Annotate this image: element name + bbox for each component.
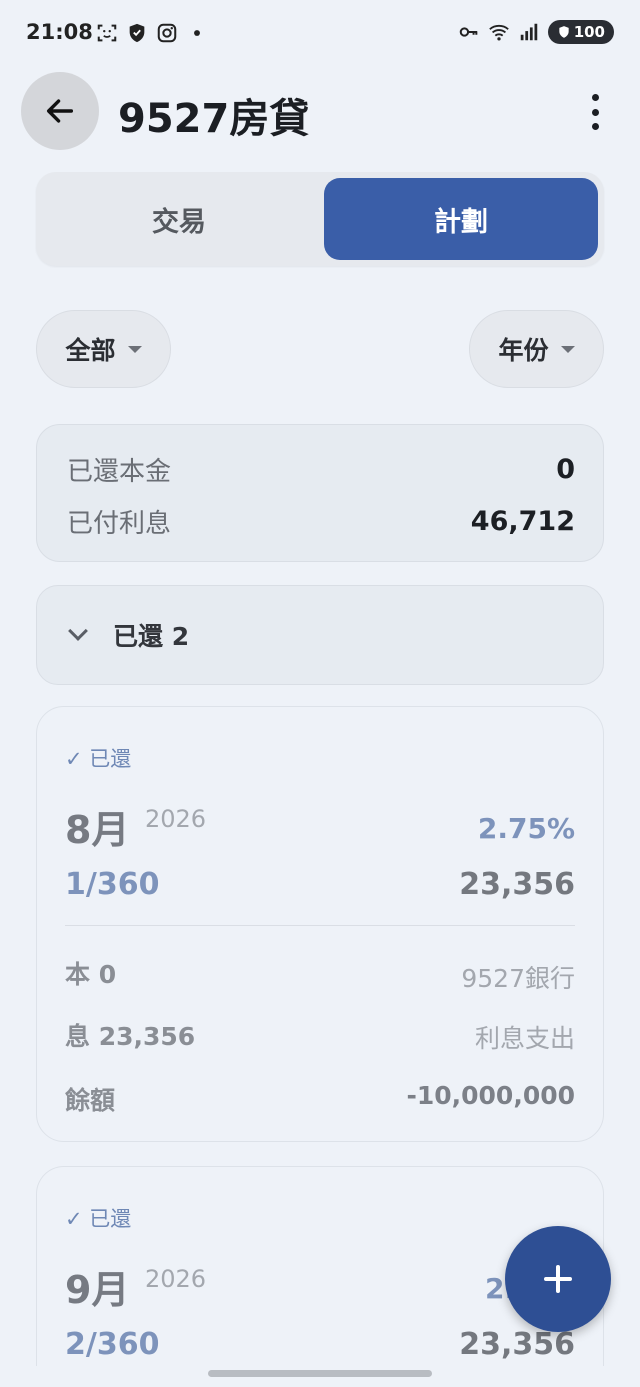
interest-label: 已付利息 <box>67 509 172 539</box>
dot-icon <box>194 30 200 36</box>
interest-portion: 息 23,356 <box>65 1022 196 1051</box>
payment-card[interactable]: ✓ 已還 8月 2026 2.75% 1/360 23,356 本 0 9527… <box>36 706 604 1142</box>
page-title: 9527房貸 <box>118 96 310 142</box>
tab-transactions[interactable]: 交易 <box>42 178 316 260</box>
summary-card: 已還本金 0 已付利息 46,712 <box>36 424 604 562</box>
paid-status: ✓ 已還 <box>65 747 132 771</box>
card-divider <box>65 925 575 926</box>
status-time: 21:08 <box>26 20 93 44</box>
plus-icon <box>544 1265 572 1293</box>
interest-row: 已付利息 46,712 <box>67 503 575 540</box>
key-icon <box>459 27 478 37</box>
balance-value: -10,000,000 <box>406 1081 575 1110</box>
status-bar: 21:08 100 <box>0 0 640 68</box>
payment-amount: 23,356 <box>459 1327 575 1362</box>
principal-value: 0 <box>556 454 575 485</box>
home-indicator[interactable] <box>208 1370 432 1377</box>
payment-year: 2026 <box>145 805 207 833</box>
wifi-icon <box>488 24 509 41</box>
account-name: 9527銀行 <box>461 964 575 993</box>
payment-year: 2026 <box>145 1265 207 1293</box>
shield-icon <box>129 23 145 43</box>
face-scan-icon <box>97 24 117 42</box>
battery-indicator: 100 <box>547 20 614 44</box>
principal-row: 已還本金 0 <box>67 451 575 488</box>
signal-icon <box>520 23 537 41</box>
balance-label: 餘額 <box>65 1086 116 1115</box>
system-icons: 100 <box>458 20 614 44</box>
instagram-icon <box>157 23 177 43</box>
interest-rate: 2.75% <box>477 812 575 845</box>
period-filter-label: 年份 <box>498 336 549 365</box>
chevron-down-icon <box>68 621 88 641</box>
principal-label: 已還本金 <box>67 457 172 487</box>
payment-month: 8月 <box>65 808 130 852</box>
add-fab-button[interactable] <box>505 1226 611 1332</box>
principal-portion: 本 0 <box>65 960 117 989</box>
tab-plan[interactable]: 計劃 <box>324 178 598 260</box>
paid-section-header[interactable]: 已還 2 <box>36 585 604 685</box>
dropdown-caret-icon <box>127 345 142 353</box>
expense-category: 利息支出 <box>474 1024 575 1053</box>
back-button[interactable] <box>21 72 99 150</box>
battery-level: 100 <box>573 23 605 41</box>
paid-section-label: 已還 2 <box>113 622 190 651</box>
battery-shield-icon <box>559 26 569 38</box>
interest-value: 46,712 <box>470 506 575 537</box>
more-options-button[interactable] <box>588 94 602 130</box>
arrow-left-icon <box>46 99 74 123</box>
installment-number: 2/360 <box>65 1327 160 1362</box>
category-filter-label: 全部 <box>65 336 116 365</box>
app-bar: 9527房貸 <box>0 70 640 154</box>
segmented-tabs: 交易 計劃 <box>36 172 604 266</box>
paid-status: ✓ 已還 <box>65 1207 132 1231</box>
installment-number: 1/360 <box>65 867 160 902</box>
category-filter-chip[interactable]: 全部 <box>36 310 171 388</box>
period-filter-chip[interactable]: 年份 <box>469 310 604 388</box>
notification-icons <box>96 22 208 44</box>
payment-month: 9月 <box>65 1268 130 1312</box>
dropdown-caret-icon <box>560 345 575 353</box>
more-vert-icon <box>591 94 599 101</box>
payment-amount: 23,356 <box>459 867 575 902</box>
